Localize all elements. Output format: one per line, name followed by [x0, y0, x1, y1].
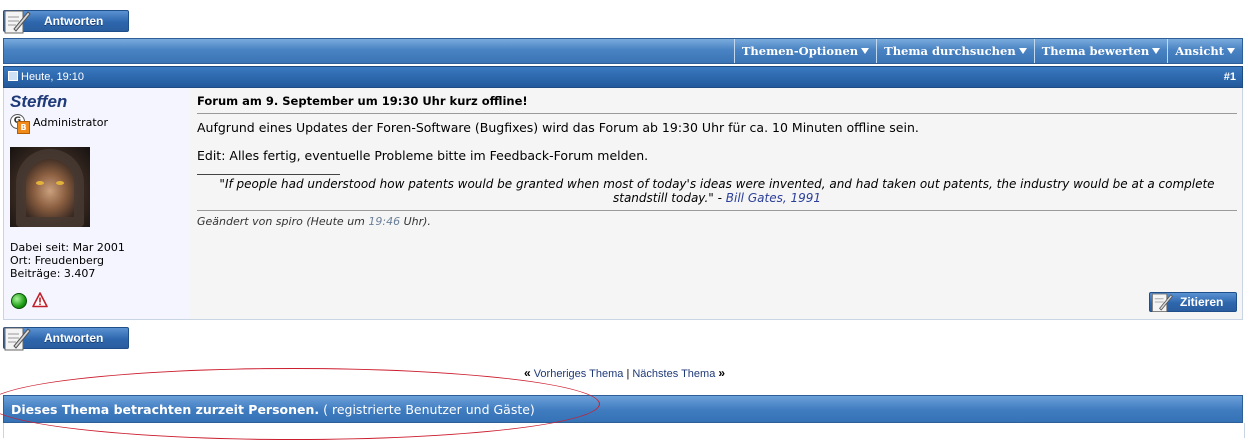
signature-divider — [197, 174, 340, 175]
signature-author: Bill Gates, 1991 — [725, 191, 821, 205]
post-number-link[interactable]: #1 — [1224, 71, 1236, 83]
user-posts: Beiträge: 3.407 — [10, 267, 96, 280]
menu-thread-options[interactable]: Themen-Optionen — [733, 39, 876, 63]
edit-note-prefix: Geändert von spiro (Heute um — [197, 215, 369, 228]
caret-down-icon — [1152, 48, 1161, 54]
post-bottom-border — [3, 319, 1243, 320]
viewers-list-area — [3, 423, 1245, 438]
user-stats: Dabei seit: Mar 2001 Ort: Freudenberg Be… — [10, 241, 125, 280]
pencil-paper-icon — [1152, 293, 1173, 312]
post-text-line: Edit: Alles fertig, eventuelle Probleme … — [197, 148, 649, 163]
pencil-paper-icon — [4, 10, 31, 34]
post-date-text: Heute, 19:10 — [21, 71, 84, 83]
divider — [197, 210, 1237, 211]
post-title: Forum am 9. September um 19:30 Uhr kurz … — [197, 94, 528, 108]
menu-label: Ansicht — [1175, 44, 1224, 58]
user-rank-title: Administrator — [33, 116, 108, 129]
prev-marker: « — [523, 366, 531, 380]
prev-thread-link[interactable]: Vorheriges Thema — [534, 368, 624, 380]
post-body: Forum am 9. September um 19:30 Uhr kurz … — [190, 88, 1243, 319]
post-date: Heute, 19:10 — [8, 71, 84, 83]
rank-icon: GB — [10, 114, 30, 134]
signature-quote: "If people had understood how patents wo… — [219, 177, 1215, 205]
menu-search-thread[interactable]: Thema durchsuchen — [876, 39, 1034, 63]
post-icon — [8, 71, 18, 81]
user-joined: Dabei seit: Mar 2001 — [10, 241, 125, 254]
nav-separator: | — [626, 368, 630, 380]
reply-button-top[interactable]: Antworten — [3, 10, 129, 34]
pencil-paper-icon — [4, 327, 31, 351]
edit-note: Geändert von spiro (Heute um 19:46 Uhr). — [197, 215, 431, 228]
menu-view[interactable]: Ansicht — [1167, 39, 1242, 63]
caret-down-icon — [861, 48, 870, 54]
viewers-heading: Dieses Thema betrachten zurzeit Personen… — [11, 402, 320, 417]
user-location: Ort: Freudenberg — [10, 254, 105, 267]
thread-navigation: « Vorheriges Thema | Nächstes Thema » — [0, 366, 1249, 380]
thread-toolbar: Themen-Optionen Thema durchsuchen Thema … — [3, 38, 1243, 64]
quote-button-label: Zitieren — [1180, 295, 1224, 309]
caret-down-icon — [1018, 48, 1027, 54]
next-marker: » — [718, 366, 726, 380]
signature: "If people had understood how patents wo… — [197, 177, 1237, 205]
edit-note-suffix: Uhr). — [400, 215, 431, 228]
divider — [197, 113, 1237, 114]
quote-button[interactable]: Zitieren — [1149, 292, 1237, 312]
menu-label: Themen-Optionen — [741, 44, 859, 58]
thread-viewers-bar: Dieses Thema betrachten zurzeit Personen… — [3, 395, 1243, 423]
avatar[interactable] — [10, 147, 90, 227]
username-link[interactable]: Steffen — [10, 92, 67, 112]
menu-rate-thread[interactable]: Thema bewerten — [1033, 39, 1167, 63]
menu-label: Thema durchsuchen — [884, 44, 1016, 58]
reply-button-bottom[interactable]: Antworten — [3, 327, 129, 351]
user-info-pane: Steffen GB Administrator Dabei seit: Mar… — [3, 88, 190, 319]
reply-button-label: Antworten — [44, 14, 104, 28]
caret-down-icon — [1227, 48, 1235, 54]
post-text-line: Aufgrund eines Updates der Foren-Softwar… — [197, 120, 919, 135]
viewers-text: Dieses Thema betrachten zurzeit Personen… — [11, 402, 535, 417]
report-post-icon[interactable] — [32, 292, 48, 308]
viewers-detail: ( registrierte Benutzer und Gäste) — [319, 402, 535, 417]
post-header: Heute, 19:10 #1 — [3, 66, 1243, 88]
menu-label: Thema bewerten — [1041, 44, 1150, 58]
next-thread-link[interactable]: Nächstes Thema — [632, 368, 715, 380]
edit-time: 19:46 — [368, 215, 401, 228]
online-status-icon — [11, 293, 27, 309]
reply-button-label: Antworten — [44, 331, 104, 345]
